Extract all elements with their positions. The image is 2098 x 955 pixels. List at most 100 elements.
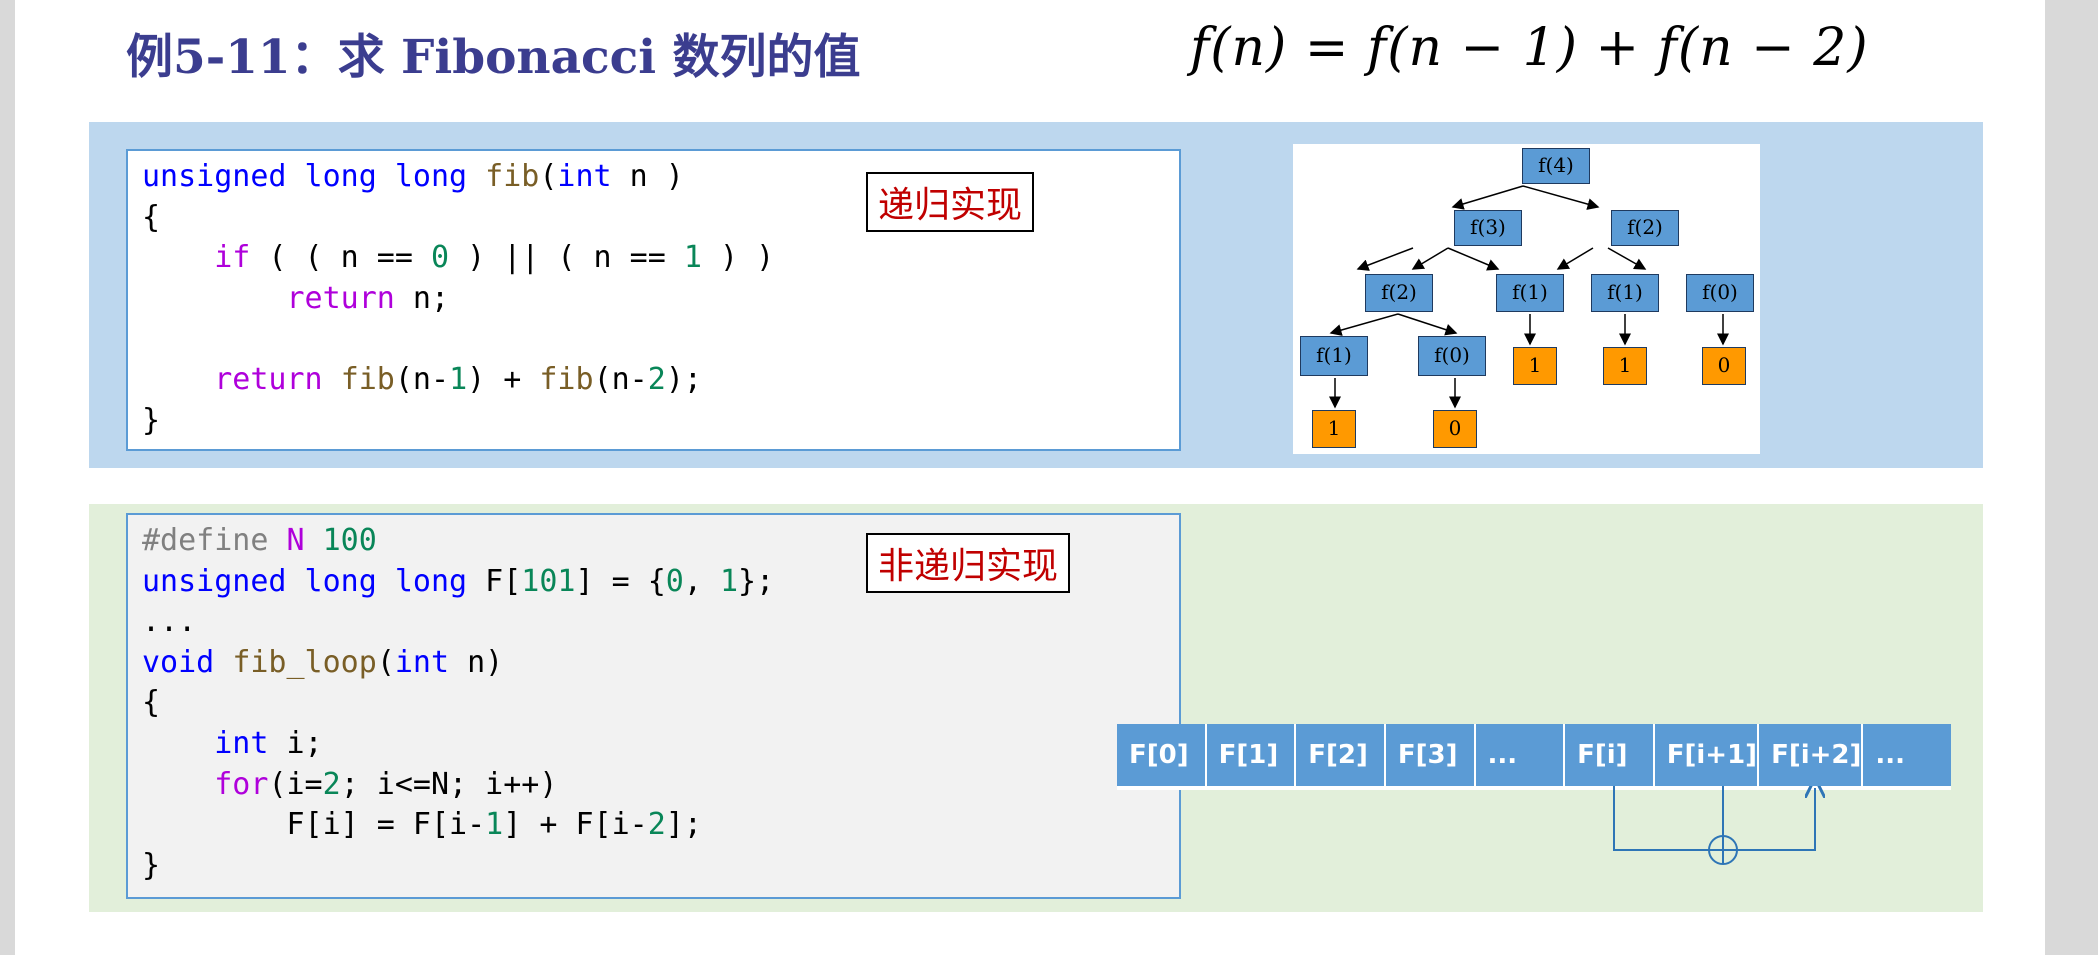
code-token: unsigned long long	[142, 563, 486, 599]
code-token: }	[142, 402, 161, 438]
code-token: 2	[647, 361, 666, 397]
code-line: for(i=2; i<=N; i++)	[142, 765, 1165, 806]
iterative-tag: 非递归实现	[866, 533, 1071, 593]
code-token: n)	[449, 644, 504, 680]
code-token: );	[665, 361, 702, 397]
formula-equals: =	[1304, 18, 1350, 78]
code-line: ...	[142, 602, 1165, 643]
code-token: 2	[322, 766, 341, 802]
code-token: ] + F[i-	[503, 807, 648, 843]
code-token: F[	[485, 563, 522, 599]
code-token: int	[557, 159, 612, 194]
code-token: 100	[322, 523, 377, 558]
tree-leaf: 1	[1312, 410, 1356, 448]
code-token: (n-	[394, 361, 450, 397]
array-cell: ...	[1476, 724, 1566, 786]
code-token: F[i] = F[i-	[142, 807, 486, 843]
tree-node-root: f(4)	[1522, 148, 1590, 184]
recursive-tag: 递归实现	[866, 172, 1035, 232]
code-token: };	[738, 563, 775, 599]
array-diagram: F[0] F[1] F[2] F[3]... F[i] F[i+1] F[i+2]...	[1117, 724, 1951, 786]
tree-leaf: 1	[1513, 347, 1557, 385]
code-token: 1	[449, 361, 468, 397]
array-cell: F[i]	[1565, 724, 1655, 786]
code-token: return	[286, 280, 395, 316]
tree-node: f(1)	[1591, 274, 1659, 312]
tree-leaf: 0	[1433, 410, 1477, 448]
code-token: ) )	[701, 240, 775, 276]
tree-node: f(0)	[1686, 274, 1754, 312]
array-cell: F[3]	[1386, 724, 1476, 786]
sum-flow-diagram	[1613, 786, 1825, 865]
code-token: void	[142, 644, 215, 680]
code-line: {	[142, 683, 1165, 724]
code-token: int	[394, 644, 450, 680]
tree-leaf: 1	[1603, 347, 1647, 385]
code-token: (	[539, 159, 558, 194]
formula-term-2: f(n − 2)	[1657, 18, 1869, 78]
code-token: fib	[485, 159, 540, 194]
code-token: {	[142, 199, 161, 235]
recursion-tree: f(4) f(3) f(2) f(2) f(1) f(1) f(0) f(1) …	[1293, 144, 1760, 454]
code-token: 1	[485, 807, 504, 843]
code-token: ; i<=N; i++)	[340, 766, 558, 802]
code-token: N	[286, 523, 305, 558]
code-token: ];	[665, 807, 702, 843]
code-token: ] = {	[575, 563, 666, 599]
code-line: int i;	[142, 724, 1165, 765]
code-token: 1	[719, 563, 739, 599]
array-cell: F[2]	[1296, 724, 1386, 786]
code-token: unsigned long long	[142, 159, 486, 194]
code-token: (i=	[268, 766, 323, 802]
formula-lhs: f(n)	[1190, 18, 1288, 78]
code-token: 1	[683, 240, 702, 276]
array-cell: F[0]	[1117, 724, 1207, 786]
code-token: ( ( n ==	[250, 240, 431, 276]
code-token: ) || ( n ==	[449, 240, 684, 276]
tree-node: f(3)	[1454, 210, 1522, 246]
array-cell: ...	[1875, 740, 1906, 770]
code-token: int	[214, 725, 269, 761]
formula-plus: +	[1595, 18, 1641, 78]
code-token: 0	[665, 563, 684, 599]
code-token: #define	[142, 523, 269, 558]
code-token: 0	[431, 240, 450, 276]
page-title: 例5-11：求 Fibonacci 数列的值	[126, 30, 861, 85]
code-line: }	[142, 846, 1165, 887]
code-token: 101	[521, 563, 576, 599]
code-line: F[i] = F[i-1] + F[i-2];	[142, 805, 1165, 846]
code-token: for	[214, 766, 269, 802]
code-token: }	[142, 847, 161, 883]
recurrence-formula: f(n) = f(n − 1) + f(n − 2)	[1190, 18, 1869, 78]
code-token: n;	[394, 280, 450, 316]
code-token: i;	[268, 725, 323, 761]
tree-node: f(0)	[1418, 336, 1486, 376]
code-line: return n;	[142, 279, 1165, 320]
array-cell: F[i+1]	[1655, 724, 1760, 786]
code-token: fib	[340, 361, 395, 397]
code-line: }	[142, 401, 1165, 442]
code-token: fib_loop	[232, 644, 377, 680]
code-token: ) +	[467, 361, 540, 397]
formula-term-1: f(n − 1)	[1366, 18, 1578, 78]
tree-leaf: 0	[1702, 347, 1746, 385]
code-token: if	[214, 240, 251, 276]
code-line: void fib_loop(int n)	[142, 643, 1165, 684]
array-cell: F[1]	[1207, 724, 1297, 786]
array-underline	[1117, 786, 1951, 790]
code-token: (	[376, 644, 395, 680]
code-token: (n-	[593, 361, 648, 397]
code-line: return fib(n-1) + fib(n-2);	[142, 360, 1165, 401]
tree-node: f(1)	[1496, 274, 1564, 312]
code-token: {	[142, 685, 161, 721]
code-token: ...	[142, 604, 197, 640]
